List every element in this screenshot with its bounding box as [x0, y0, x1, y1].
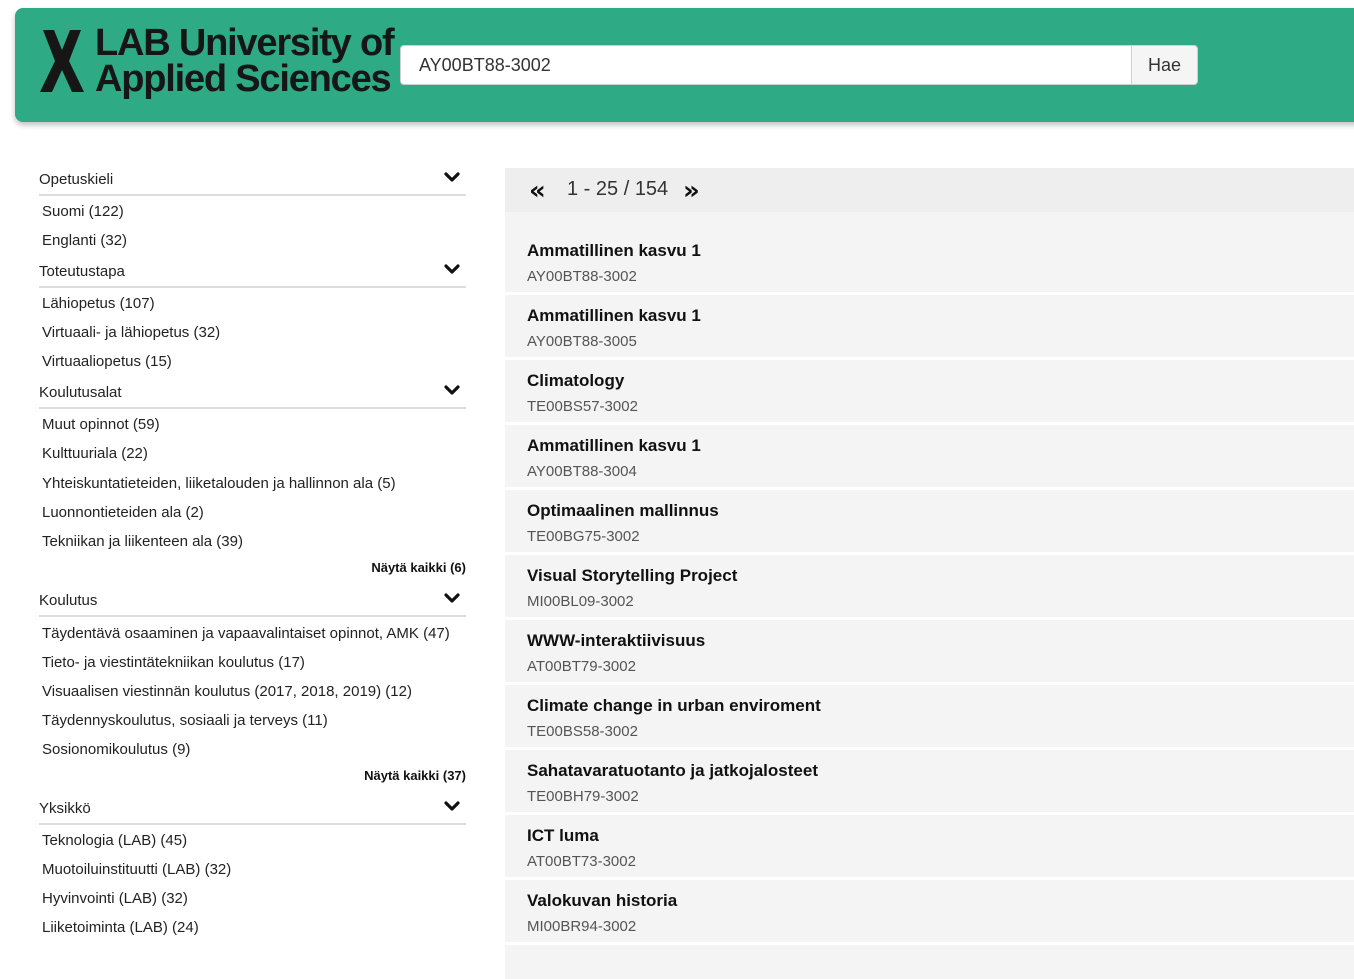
facet-section: Koulutusalat Muut opinnot (59) Kulttuuria…: [39, 379, 466, 587]
result-code: AY00BT88-3005: [527, 333, 637, 350]
show-all-link[interactable]: Näytä kaikki (37): [39, 765, 466, 795]
facet-section: Koulutus Täydentävä osaaminen ja vapaava…: [39, 587, 466, 795]
result-title[interactable]: Climatology: [527, 371, 624, 391]
site-header: LAB University of Applied Sciences Hae: [15, 8, 1354, 122]
result-title[interactable]: Visual Storytelling Project: [527, 566, 737, 586]
facet-option[interactable]: Suomi (122): [39, 198, 466, 227]
logo-line-1: LAB University of: [95, 22, 395, 64]
facet-option[interactable]: Sosionomikoulutus (9): [39, 736, 466, 765]
result-code: TE00BS58-3002: [527, 723, 638, 740]
results-panel: « 1 - 25 / 154 » Ammatillinen kasvu 1 AY…: [505, 168, 1354, 979]
facet-title: Yksikkö: [39, 800, 91, 817]
facet-option[interactable]: Muotoiluinstituutti (LAB) (32): [39, 856, 466, 885]
facet-option[interactable]: Kulttuuriala (22): [39, 440, 466, 469]
previous-page-button[interactable]: «: [529, 176, 546, 206]
lab-logo-mark-icon: [40, 30, 84, 92]
facet-option[interactable]: Virtuaaliopetus (15): [39, 348, 466, 377]
chevron-down-icon[interactable]: [444, 385, 460, 397]
lab-logo[interactable]: LAB University of Applied Sciences: [37, 22, 407, 104]
facet-title: Opetuskieli: [39, 171, 114, 188]
show-all-link[interactable]: Näytä kaikki (6): [39, 557, 466, 587]
result-title[interactable]: Valokuvan historia: [527, 891, 677, 911]
result-title[interactable]: Climate change in urban enviroment: [527, 696, 821, 716]
result-code: MI00BR94-3002: [527, 918, 637, 935]
facet-header[interactable]: Koulutus: [39, 587, 466, 617]
result-item[interactable]: Sahatavaratuotanto ja jatkojalosteet TE0…: [505, 750, 1354, 815]
result-code: TE00BG75-3002: [527, 528, 640, 545]
facet-title: Koulutus: [39, 592, 98, 609]
result-title[interactable]: Ammatillinen kasvu 1: [527, 436, 701, 456]
facet-option[interactable]: Täydennyskoulutus, sosiaali ja terveys (…: [39, 707, 466, 736]
result-item[interactable]: Valokuvan historia MI00BR94-3002: [505, 880, 1354, 945]
facet-option[interactable]: Englanti (32): [39, 227, 466, 256]
facet-header[interactable]: Toteutustapa: [39, 258, 466, 288]
logo-text: LAB University of Applied Sciences: [95, 22, 395, 100]
result-code: TE00BH79-3002: [527, 788, 639, 805]
chevron-down-icon[interactable]: [444, 593, 460, 605]
facet-section: Toteutustapa Lähiopetus (107) Virtuaali- …: [39, 258, 466, 379]
result-code: AY00BT88-3004: [527, 463, 637, 480]
facet-option[interactable]: Visuaalisen viestinnän koulutus (2017, 2…: [39, 678, 466, 707]
facet-option[interactable]: Yhteiskuntatieteiden, liiketalouden ja h…: [39, 469, 466, 499]
facet-option[interactable]: Teknologia (LAB) (45): [39, 827, 466, 856]
result-title[interactable]: Ammatillinen kasvu 1: [527, 241, 701, 261]
facet-header[interactable]: Koulutusalat: [39, 379, 466, 409]
logo-line-2: Applied Sciences: [95, 58, 392, 100]
result-item[interactable]: Ammatillinen kasvu 1 AY00BT88-3002: [505, 230, 1354, 295]
result-item[interactable]: Visual Storytelling Project MI00BL09-300…: [505, 555, 1354, 620]
facet-header[interactable]: Opetuskieli: [39, 166, 466, 196]
result-item[interactable]: Climate change in urban enviroment TE00B…: [505, 685, 1354, 750]
result-title[interactable]: Ammatillinen kasvu 1: [527, 306, 701, 326]
facet-option[interactable]: Tieto- ja viestintätekniikan koulutus (1…: [39, 649, 466, 678]
result-item[interactable]: ICT luma AT00BT73-3002: [505, 815, 1354, 880]
facet-option[interactable]: Lähiopetus (107): [39, 290, 466, 319]
result-code: MI00BL09-3002: [527, 593, 634, 610]
facet-option[interactable]: Tekniikan ja liikenteen ala (39): [39, 528, 466, 557]
result-item[interactable]: Ammatillinen kasvu 1 AY00BT88-3004: [505, 425, 1354, 490]
result-item[interactable]: Ammatillinen kasvu 1 AY00BT88-3005: [505, 295, 1354, 360]
facet-option[interactable]: Virtuaali- ja lähiopetus (32): [39, 319, 466, 348]
result-item[interactable]: WWW-interaktiivisuus AT00BT79-3002: [505, 620, 1354, 685]
result-title[interactable]: Sahatavaratuotanto ja jatkojalosteet: [527, 761, 818, 781]
facet-option[interactable]: Luonnontieteiden ala (2): [39, 499, 466, 528]
facet-option[interactable]: Liiketoiminta (LAB) (24): [39, 914, 466, 943]
pagination-bar: « 1 - 25 / 154 »: [505, 168, 1354, 212]
facet-option[interactable]: Täydentävä osaaminen ja vapaavalintaiset…: [39, 619, 466, 649]
facet-option[interactable]: Hyvinvointi (LAB) (32): [39, 885, 466, 914]
facet-sidebar: Opetuskieli Suomi (122) Englanti (32) Tot…: [39, 166, 466, 945]
search-input[interactable]: [400, 45, 1151, 85]
facet-title: Toteutustapa: [39, 263, 125, 280]
result-title[interactable]: Optimaalinen mallinnus: [527, 501, 719, 521]
next-page-button[interactable]: »: [683, 176, 700, 206]
result-list: Ammatillinen kasvu 1 AY00BT88-3002 Ammat…: [505, 230, 1354, 945]
result-code: AY00BT88-3002: [527, 268, 637, 285]
result-title[interactable]: WWW-interaktiivisuus: [527, 631, 705, 651]
facet-spacer: [39, 943, 466, 945]
result-code: TE00BS57-3002: [527, 398, 638, 415]
result-code: AT00BT79-3002: [527, 658, 636, 675]
facet-section: Opetuskieli Suomi (122) Englanti (32): [39, 166, 466, 258]
result-item[interactable]: Climatology TE00BS57-3002: [505, 360, 1354, 425]
chevron-down-icon[interactable]: [444, 172, 460, 184]
page-range: 1 - 25 / 154: [567, 178, 669, 200]
chevron-down-icon[interactable]: [444, 801, 460, 813]
result-title[interactable]: ICT luma: [527, 826, 599, 846]
facet-title: Koulutusalat: [39, 384, 122, 401]
facet-header[interactable]: Yksikkö: [39, 795, 466, 825]
result-code: AT00BT73-3002: [527, 853, 636, 870]
result-item[interactable]: Optimaalinen mallinnus TE00BG75-3002: [505, 490, 1354, 555]
search-button[interactable]: Hae: [1131, 45, 1198, 85]
facet-section: Yksikkö Teknologia (LAB) (45) Muotoiluins…: [39, 795, 466, 945]
chevron-down-icon[interactable]: [444, 264, 460, 276]
facet-option[interactable]: Muut opinnot (59): [39, 411, 466, 440]
